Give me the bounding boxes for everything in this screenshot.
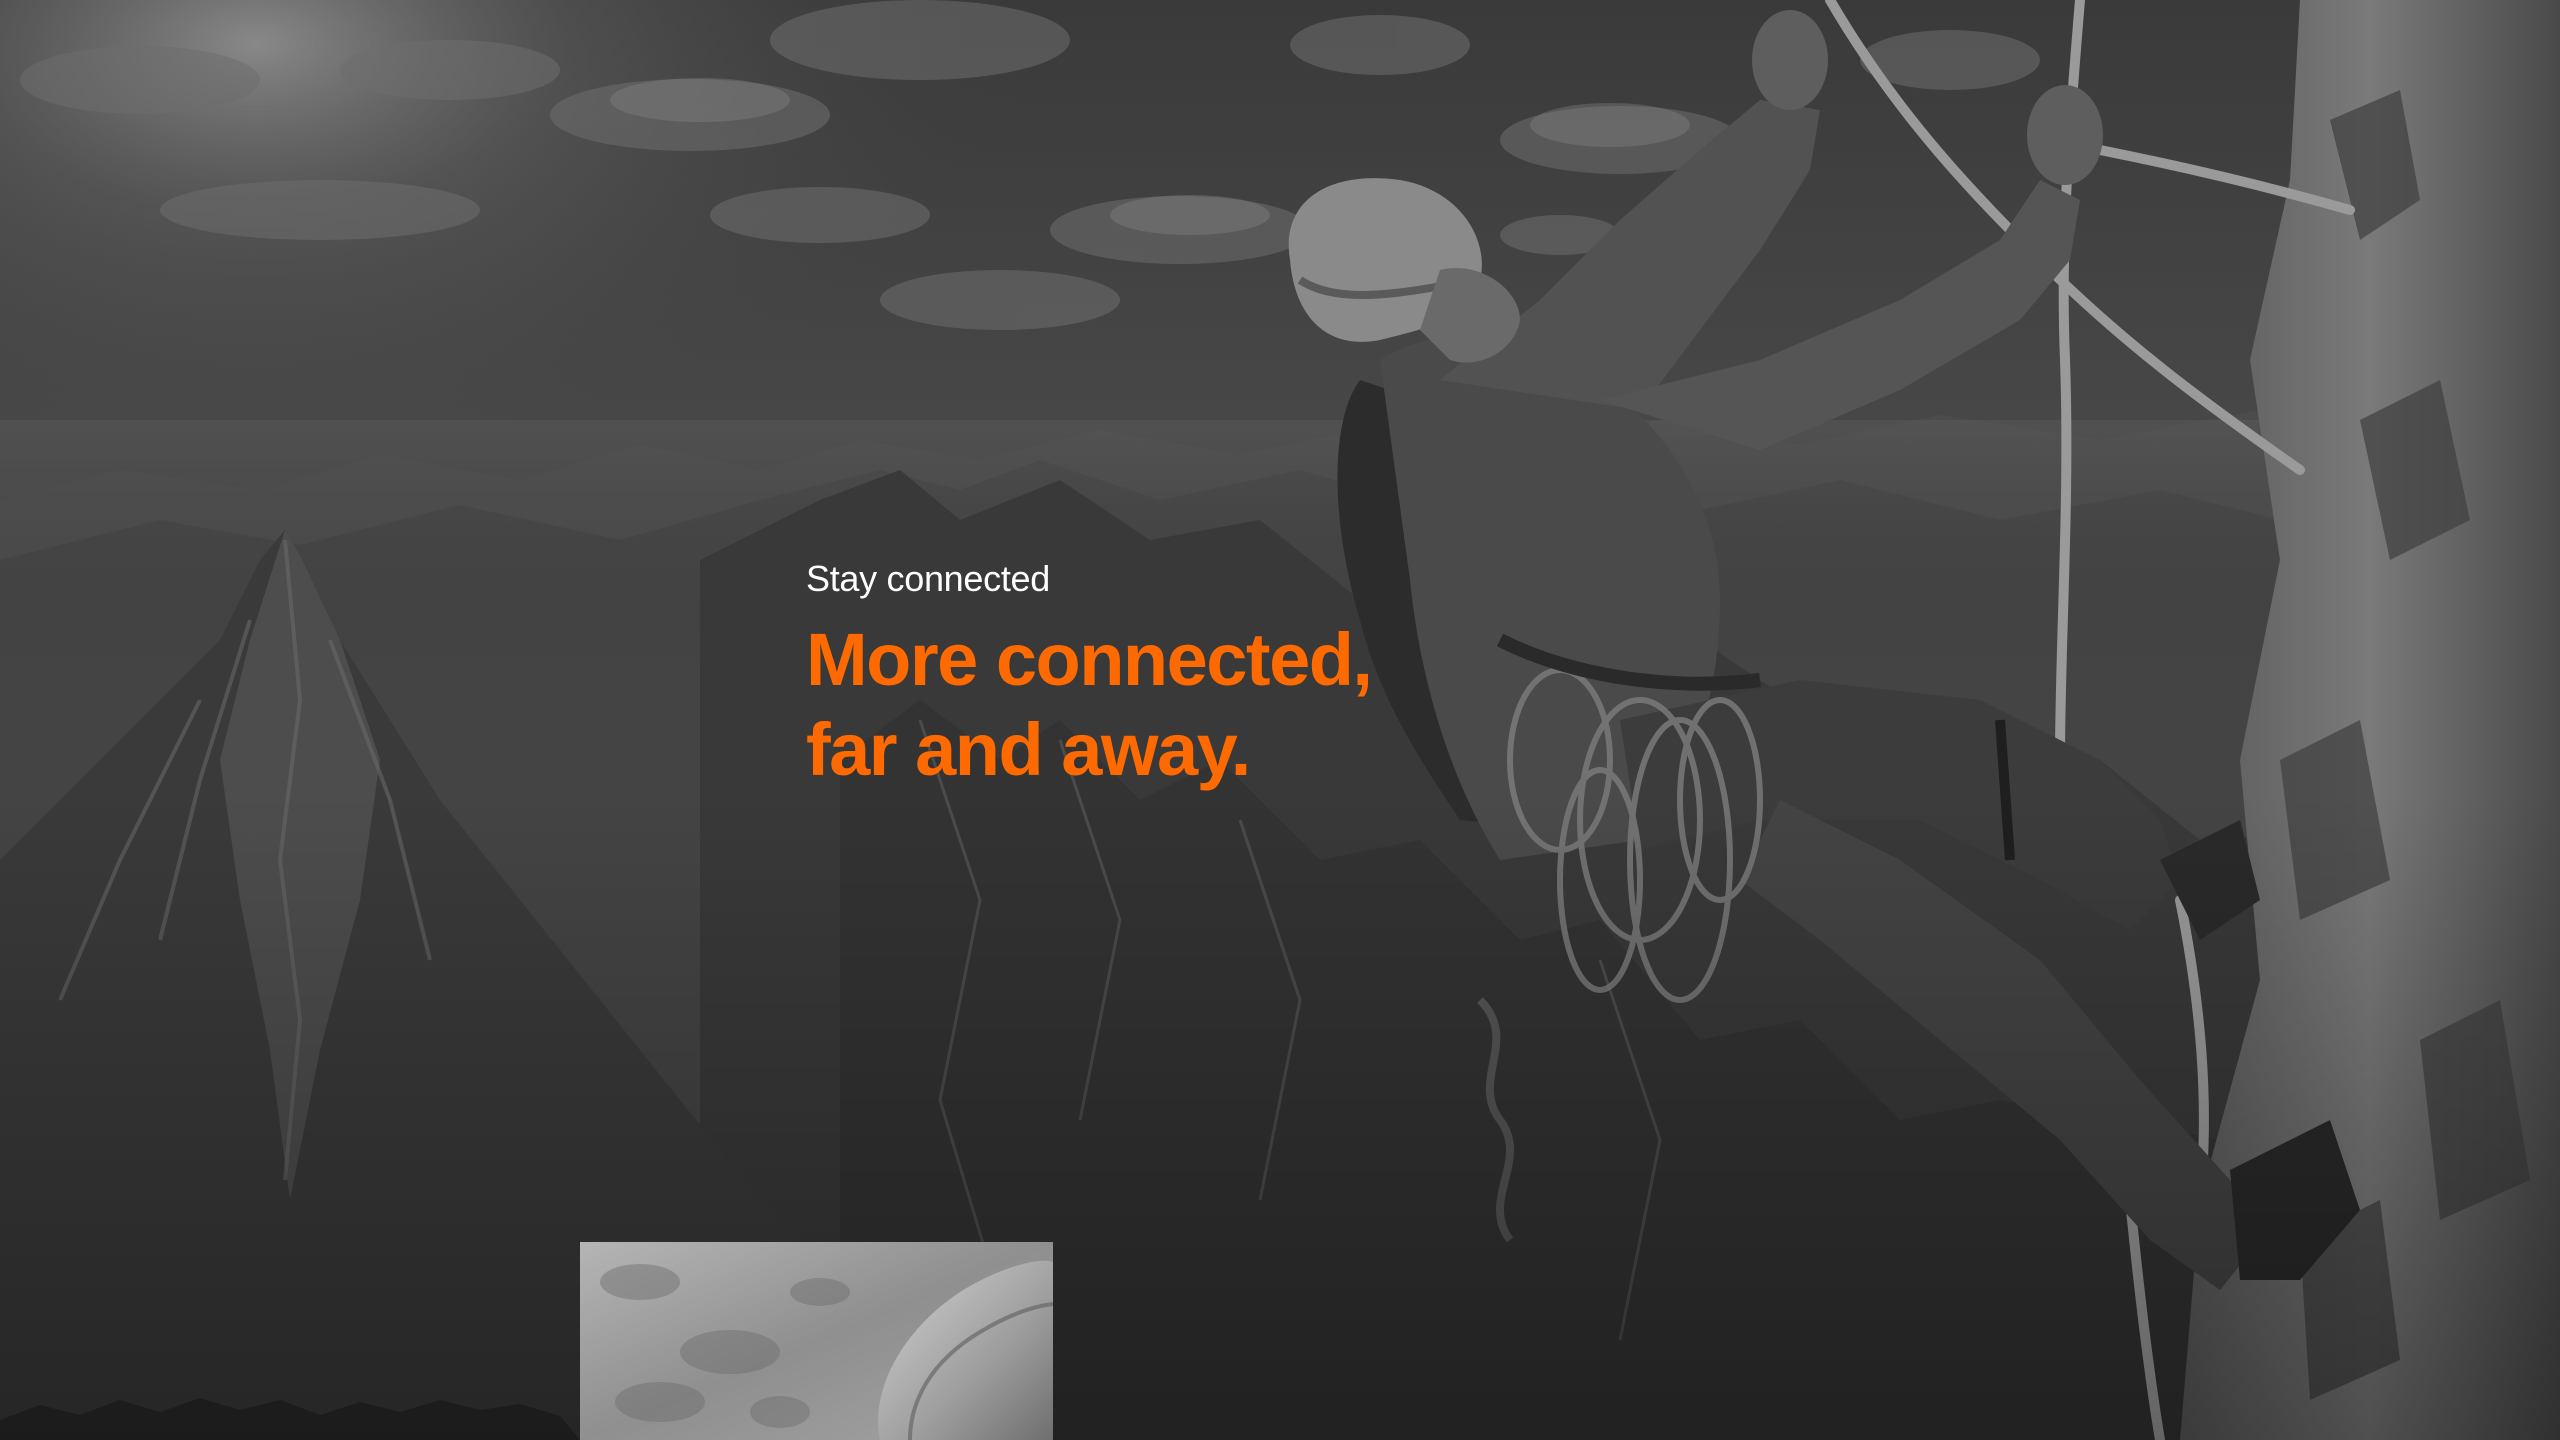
hero-eyebrow: Stay connected [806, 558, 1050, 599]
hero-headline-line-2: far and away. [806, 708, 1251, 791]
inset-image [580, 1242, 1053, 1440]
hero-copy: Stay connected More connected, far and a… [806, 557, 1706, 795]
hero-headline-line-1: More connected, [806, 618, 1373, 701]
hero-section: Stay connected More connected, far and a… [0, 0, 2560, 1440]
hero-headline: More connected, far and away. [806, 615, 1706, 795]
